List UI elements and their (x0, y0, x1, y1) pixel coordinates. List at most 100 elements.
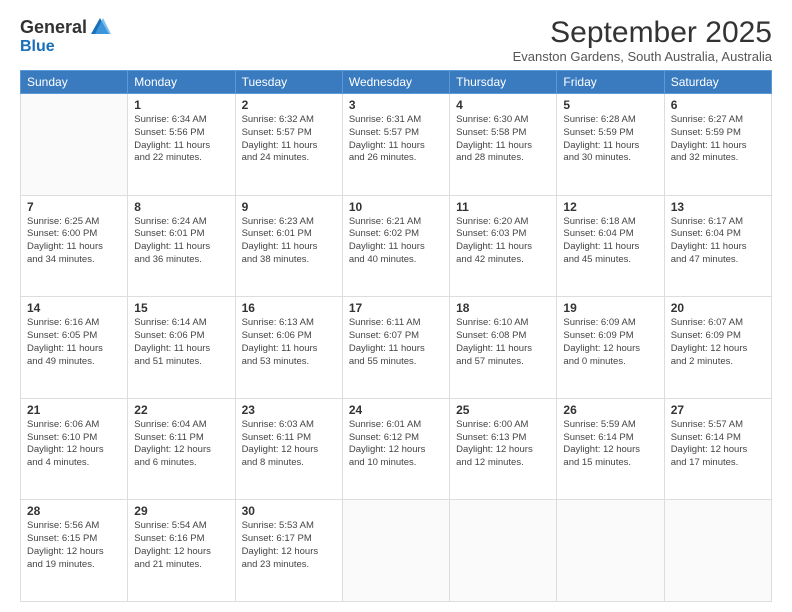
day-number: 17 (349, 301, 443, 315)
calendar-cell: 13Sunrise: 6:17 AM Sunset: 6:04 PM Dayli… (664, 195, 771, 297)
calendar-cell: 10 Sunrise: 6:21 AM Sunset: 6:02 PM Dayli… (342, 195, 449, 297)
day-info: Sunrise: 6:16 AM Sunset: 6:05 PM Dayligh… (27, 317, 121, 368)
day-info: Sunrise: 5:54 AM Sunset: 6:16 PM Dayligh… (134, 520, 228, 571)
day-number: 28 (27, 504, 121, 518)
day-number: 22 (134, 403, 228, 417)
day-number: 9 (242, 200, 336, 214)
day-info: Sunrise: 6:21 AM Sunset: 6:02 PM Dayligh… (349, 216, 443, 267)
calendar-cell: 19 Sunrise: 6:09 AM Sunset: 6:09 PM Dayli… (557, 297, 664, 399)
day-info: Sunrise: 6:31 AM Sunset: 5:57 PM Dayligh… (349, 114, 443, 165)
title-area: September 2025 Evanston Gardens, South A… (513, 16, 772, 64)
weekday-header-friday: Friday (557, 71, 664, 94)
day-number: 2 (242, 98, 336, 112)
day-info: Sunrise: 6:20 AM Sunset: 6:03 PM Dayligh… (456, 216, 550, 267)
calendar-cell: 7Sunrise: 6:25 AM Sunset: 6:00 PM Daylig… (21, 195, 128, 297)
header: General Blue September 2025 Evanston Gar… (20, 16, 772, 64)
day-number: 24 (349, 403, 443, 417)
day-number: 5 (563, 98, 657, 112)
calendar-cell: 20 Sunrise: 6:07 AM Sunset: 6:09 PM Dayli… (664, 297, 771, 399)
calendar-cell: 2 Sunrise: 6:32 AM Sunset: 5:57 PM Daylig… (235, 94, 342, 196)
calendar-cell: 5Sunrise: 6:28 AM Sunset: 5:59 PM Daylig… (557, 94, 664, 196)
day-number: 16 (242, 301, 336, 315)
day-info: Sunrise: 6:11 AM Sunset: 6:07 PM Dayligh… (349, 317, 443, 368)
day-info: Sunrise: 5:53 AM Sunset: 6:17 PM Dayligh… (242, 520, 336, 571)
weekday-header-thursday: Thursday (450, 71, 557, 94)
calendar-cell: 29 Sunrise: 5:54 AM Sunset: 6:16 PM Dayli… (128, 500, 235, 602)
day-number: 18 (456, 301, 550, 315)
week-row-3: 14Sunrise: 6:16 AM Sunset: 6:05 PM Dayli… (21, 297, 772, 399)
day-info: Sunrise: 6:32 AM Sunset: 5:57 PM Dayligh… (242, 114, 336, 165)
day-info: Sunrise: 6:27 AM Sunset: 5:59 PM Dayligh… (671, 114, 765, 165)
day-number: 30 (242, 504, 336, 518)
day-info: Sunrise: 6:30 AM Sunset: 5:58 PM Dayligh… (456, 114, 550, 165)
week-row-1: 1 Sunrise: 6:34 AM Sunset: 5:56 PM Daylig… (21, 94, 772, 196)
day-number: 25 (456, 403, 550, 417)
day-number: 11 (456, 200, 550, 214)
day-info: Sunrise: 6:17 AM Sunset: 6:04 PM Dayligh… (671, 216, 765, 267)
day-number: 29 (134, 504, 228, 518)
day-info: Sunrise: 6:23 AM Sunset: 6:01 PM Dayligh… (242, 216, 336, 267)
calendar-cell: 14Sunrise: 6:16 AM Sunset: 6:05 PM Dayli… (21, 297, 128, 399)
calendar-cell: 25 Sunrise: 6:00 AM Sunset: 6:13 PM Dayli… (450, 398, 557, 500)
day-number: 10 (349, 200, 443, 214)
day-info: Sunrise: 6:06 AM Sunset: 6:10 PM Dayligh… (27, 419, 121, 470)
calendar-cell: 23 Sunrise: 6:03 AM Sunset: 6:11 PM Dayli… (235, 398, 342, 500)
day-number: 23 (242, 403, 336, 417)
day-info: Sunrise: 6:01 AM Sunset: 6:12 PM Dayligh… (349, 419, 443, 470)
day-info: Sunrise: 6:13 AM Sunset: 6:06 PM Dayligh… (242, 317, 336, 368)
calendar-cell: 3 Sunrise: 6:31 AM Sunset: 5:57 PM Daylig… (342, 94, 449, 196)
day-number: 6 (671, 98, 765, 112)
calendar-cell: 6 Sunrise: 6:27 AM Sunset: 5:59 PM Daylig… (664, 94, 771, 196)
day-number: 1 (134, 98, 228, 112)
calendar-cell: 8Sunrise: 6:24 AM Sunset: 6:01 PM Daylig… (128, 195, 235, 297)
location: Evanston Gardens, South Australia, Austr… (513, 49, 772, 64)
week-row-4: 21 Sunrise: 6:06 AM Sunset: 6:10 PM Dayli… (21, 398, 772, 500)
day-number: 26 (563, 403, 657, 417)
day-number: 12 (563, 200, 657, 214)
page: General Blue September 2025 Evanston Gar… (0, 0, 792, 612)
day-number: 7 (27, 200, 121, 214)
day-number: 4 (456, 98, 550, 112)
day-info: Sunrise: 6:18 AM Sunset: 6:04 PM Dayligh… (563, 216, 657, 267)
calendar-cell: 28Sunrise: 5:56 AM Sunset: 6:15 PM Dayli… (21, 500, 128, 602)
day-number: 21 (27, 403, 121, 417)
calendar-cell: 17 Sunrise: 6:11 AM Sunset: 6:07 PM Dayli… (342, 297, 449, 399)
calendar-cell: 27 Sunrise: 5:57 AM Sunset: 6:14 PM Dayli… (664, 398, 771, 500)
week-row-2: 7Sunrise: 6:25 AM Sunset: 6:00 PM Daylig… (21, 195, 772, 297)
calendar-cell: 26Sunrise: 5:59 AM Sunset: 6:14 PM Dayli… (557, 398, 664, 500)
weekday-header-monday: Monday (128, 71, 235, 94)
day-info: Sunrise: 6:34 AM Sunset: 5:56 PM Dayligh… (134, 114, 228, 165)
calendar-cell (342, 500, 449, 602)
calendar-cell: 9 Sunrise: 6:23 AM Sunset: 6:01 PM Daylig… (235, 195, 342, 297)
day-number: 27 (671, 403, 765, 417)
logo-icon (89, 16, 111, 38)
day-info: Sunrise: 5:57 AM Sunset: 6:14 PM Dayligh… (671, 419, 765, 470)
day-number: 8 (134, 200, 228, 214)
calendar-cell: 1 Sunrise: 6:34 AM Sunset: 5:56 PM Daylig… (128, 94, 235, 196)
calendar-cell: 21 Sunrise: 6:06 AM Sunset: 6:10 PM Dayli… (21, 398, 128, 500)
day-info: Sunrise: 6:07 AM Sunset: 6:09 PM Dayligh… (671, 317, 765, 368)
calendar-cell (21, 94, 128, 196)
calendar-cell: 24 Sunrise: 6:01 AM Sunset: 6:12 PM Dayli… (342, 398, 449, 500)
month-title: September 2025 (513, 16, 772, 49)
day-info: Sunrise: 6:00 AM Sunset: 6:13 PM Dayligh… (456, 419, 550, 470)
weekday-header-row: SundayMondayTuesdayWednesdayThursdayFrid… (21, 71, 772, 94)
day-number: 19 (563, 301, 657, 315)
day-info: Sunrise: 6:10 AM Sunset: 6:08 PM Dayligh… (456, 317, 550, 368)
day-number: 15 (134, 301, 228, 315)
day-number: 3 (349, 98, 443, 112)
logo-general-text: General (20, 17, 87, 38)
calendar-cell (557, 500, 664, 602)
weekday-header-saturday: Saturday (664, 71, 771, 94)
weekday-header-wednesday: Wednesday (342, 71, 449, 94)
day-info: Sunrise: 6:03 AM Sunset: 6:11 PM Dayligh… (242, 419, 336, 470)
calendar-cell: 22Sunrise: 6:04 AM Sunset: 6:11 PM Dayli… (128, 398, 235, 500)
calendar-cell (450, 500, 557, 602)
calendar-cell (664, 500, 771, 602)
day-info: Sunrise: 6:09 AM Sunset: 6:09 PM Dayligh… (563, 317, 657, 368)
day-number: 20 (671, 301, 765, 315)
week-row-5: 28Sunrise: 5:56 AM Sunset: 6:15 PM Dayli… (21, 500, 772, 602)
calendar-cell: 4 Sunrise: 6:30 AM Sunset: 5:58 PM Daylig… (450, 94, 557, 196)
calendar-cell: 30 Sunrise: 5:53 AM Sunset: 6:17 PM Dayli… (235, 500, 342, 602)
calendar-cell: 11 Sunrise: 6:20 AM Sunset: 6:03 PM Dayli… (450, 195, 557, 297)
